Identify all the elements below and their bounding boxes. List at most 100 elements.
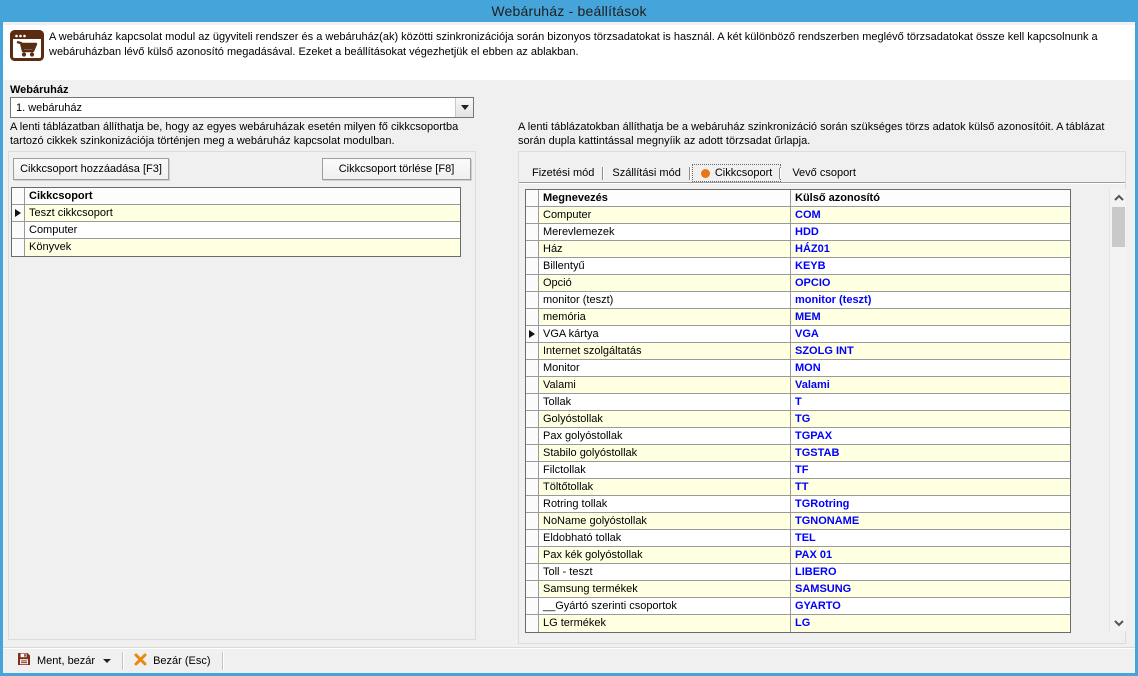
cell-external-id: monitor (teszt): [791, 292, 1070, 308]
table-scrollbar[interactable]: [1109, 189, 1126, 631]
row-selector: [526, 377, 539, 393]
add-cikkcsoport-button[interactable]: Cikkcsoport hozzáadása [F3]: [13, 158, 169, 180]
cell-megnevezes: __Gyártó szerinti csoportok: [539, 598, 791, 614]
table-row[interactable]: LG termékekLG: [526, 615, 1070, 632]
row-selector: [12, 239, 25, 256]
table-row[interactable]: NoName golyóstollakTGNONAME: [526, 513, 1070, 530]
cell-external-id: VGA: [791, 326, 1070, 342]
column-header-kulso-azonosito: Külső azonosító: [791, 190, 1070, 206]
row-selector: [526, 241, 539, 257]
table-header-row: MegnevezésKülső azonosító: [526, 190, 1070, 207]
cell-external-id: KEYB: [791, 258, 1070, 274]
table-row[interactable]: ComputerCOM: [526, 207, 1070, 224]
cell-megnevezes: VGA kártya: [539, 326, 791, 342]
row-selector: [526, 411, 539, 427]
table-row[interactable]: ValamiValami: [526, 377, 1070, 394]
cell-external-id: HÁZ01: [791, 241, 1070, 257]
row-selector: [526, 343, 539, 359]
row-selector: [526, 292, 539, 308]
combo-dropdown-button[interactable]: [455, 98, 473, 117]
tab-cikkcsoport[interactable]: Cikkcsoport: [692, 164, 781, 182]
close-button[interactable]: Bezár (Esc): [126, 650, 218, 672]
table-row[interactable]: Computer: [12, 222, 460, 239]
tab-label: Cikkcsoport: [715, 167, 772, 179]
row-selector: [526, 309, 539, 325]
table-header-row: Cikkcsoport: [12, 188, 460, 205]
table-row[interactable]: Samsung termékekSAMSUNG: [526, 581, 1070, 598]
table-row[interactable]: Eldobható tollakTEL: [526, 530, 1070, 547]
table-row[interactable]: Teszt cikkcsoport: [12, 205, 460, 222]
tab-szallitasi-mod[interactable]: Szállítási mód: [603, 164, 689, 182]
bottom-toolbar: Ment, bezár Bezár (Esc): [3, 647, 1135, 673]
table-row[interactable]: TollakT: [526, 394, 1070, 411]
table-row[interactable]: MerevlemezekHDD: [526, 224, 1070, 241]
table-row[interactable]: Rotring tollakTGRotring: [526, 496, 1070, 513]
table-row[interactable]: FilctollakTF: [526, 462, 1070, 479]
row-selector: [526, 462, 539, 478]
cell-megnevezes: Internet szolgáltatás: [539, 343, 791, 359]
table-row[interactable]: Könyvek: [12, 239, 460, 256]
cell-external-id: OPCIO: [791, 275, 1070, 291]
cell-external-id: SZOLG INT: [791, 343, 1070, 359]
close-x-icon: [134, 653, 147, 669]
cell-megnevezes: Filctollak: [539, 462, 791, 478]
current-row-marker-icon: [529, 330, 535, 338]
right-description: A lenti táblázatokban állíthatja be a we…: [518, 120, 1130, 148]
save-close-button[interactable]: Ment, bezár: [9, 650, 119, 672]
window-content: A webáruház kapcsolat modul az ügyviteli…: [3, 22, 1135, 673]
cell-external-id: TEL: [791, 530, 1070, 546]
cell-megnevezes: Stabilo golyóstollak: [539, 445, 791, 461]
external-id-panel: Fizetési mód Szállítási mód Cikkcsoport Vev…: [518, 151, 1126, 644]
cell-megnevezes: monitor (teszt): [539, 292, 791, 308]
current-row-marker-icon: [15, 209, 21, 217]
table-row[interactable]: MonitorMON: [526, 360, 1070, 377]
intro-panel: A webáruház kapcsolat modul az ügyviteli…: [3, 25, 1135, 80]
row-selector: [526, 547, 539, 563]
intro-text: A webáruház kapcsolat modul az ügyviteli…: [49, 30, 1129, 60]
scroll-down-arrow[interactable]: [1110, 614, 1127, 631]
cell-external-id: LIBERO: [791, 564, 1070, 580]
cell-external-id: TT: [791, 479, 1070, 495]
save-close-label: Ment, bezár: [37, 655, 95, 667]
column-header-cikkcsoport: Cikkcsoport: [25, 188, 460, 204]
row-selector: [526, 326, 539, 342]
table-row[interactable]: Stabilo golyóstollakTGSTAB: [526, 445, 1070, 462]
table-row[interactable]: HázHÁZ01: [526, 241, 1070, 258]
tab-vevo-csoport[interactable]: Vevő csoport: [783, 164, 865, 182]
webshop-cart-icon: [10, 30, 44, 62]
cell-external-id: GYARTO: [791, 598, 1070, 614]
external-id-table: MegnevezésKülső azonosítóComputerCOMMere…: [525, 189, 1071, 633]
table-row[interactable]: BillentyűKEYB: [526, 258, 1070, 275]
cell-external-id: Valami: [791, 377, 1070, 393]
table-row[interactable]: TöltőtollakTT: [526, 479, 1070, 496]
cell-external-id: MEM: [791, 309, 1070, 325]
left-description: A lenti táblázatban állíthatja be, hogy …: [10, 120, 480, 148]
titlebar[interactable]: Webáruház - beállítások: [3, 0, 1135, 22]
delete-cikkcsoport-button[interactable]: Cikkcsoport törlése [F8]: [322, 158, 471, 180]
table-row[interactable]: VGA kártyaVGA: [526, 326, 1070, 343]
tab-label: Szállítási mód: [612, 167, 680, 179]
table-row[interactable]: monitor (teszt)monitor (teszt): [526, 292, 1070, 309]
table-row[interactable]: memóriaMEM: [526, 309, 1070, 326]
toolbar-separator: [122, 652, 123, 670]
cell-external-id: LG: [791, 615, 1070, 632]
cell-megnevezes: Golyóstollak: [539, 411, 791, 427]
table-row[interactable]: __Gyártó szerinti csoportokGYARTO: [526, 598, 1070, 615]
tab-fizetesi-mod[interactable]: Fizetési mód: [523, 164, 603, 182]
table-row[interactable]: OpcióOPCIO: [526, 275, 1070, 292]
scroll-up-arrow[interactable]: [1110, 189, 1127, 206]
table-row[interactable]: GolyóstollakTG: [526, 411, 1070, 428]
table-row[interactable]: Toll - tesztLIBERO: [526, 564, 1070, 581]
cell-cikkcsoport: Könyvek: [25, 239, 460, 256]
webshop-selected-value: 1. webáruház: [16, 102, 455, 114]
cell-external-id: HDD: [791, 224, 1070, 240]
webshop-select[interactable]: 1. webáruház: [10, 97, 474, 118]
cell-megnevezes: Ház: [539, 241, 791, 257]
table-row[interactable]: Pax golyóstollakTGPAX: [526, 428, 1070, 445]
row-selector: [526, 564, 539, 580]
table-row[interactable]: Pax kék golyóstollakPAX 01: [526, 547, 1070, 564]
row-selector: [526, 258, 539, 274]
cell-megnevezes: Opció: [539, 275, 791, 291]
table-row[interactable]: Internet szolgáltatásSZOLG INT: [526, 343, 1070, 360]
scrollbar-thumb[interactable]: [1112, 207, 1125, 247]
